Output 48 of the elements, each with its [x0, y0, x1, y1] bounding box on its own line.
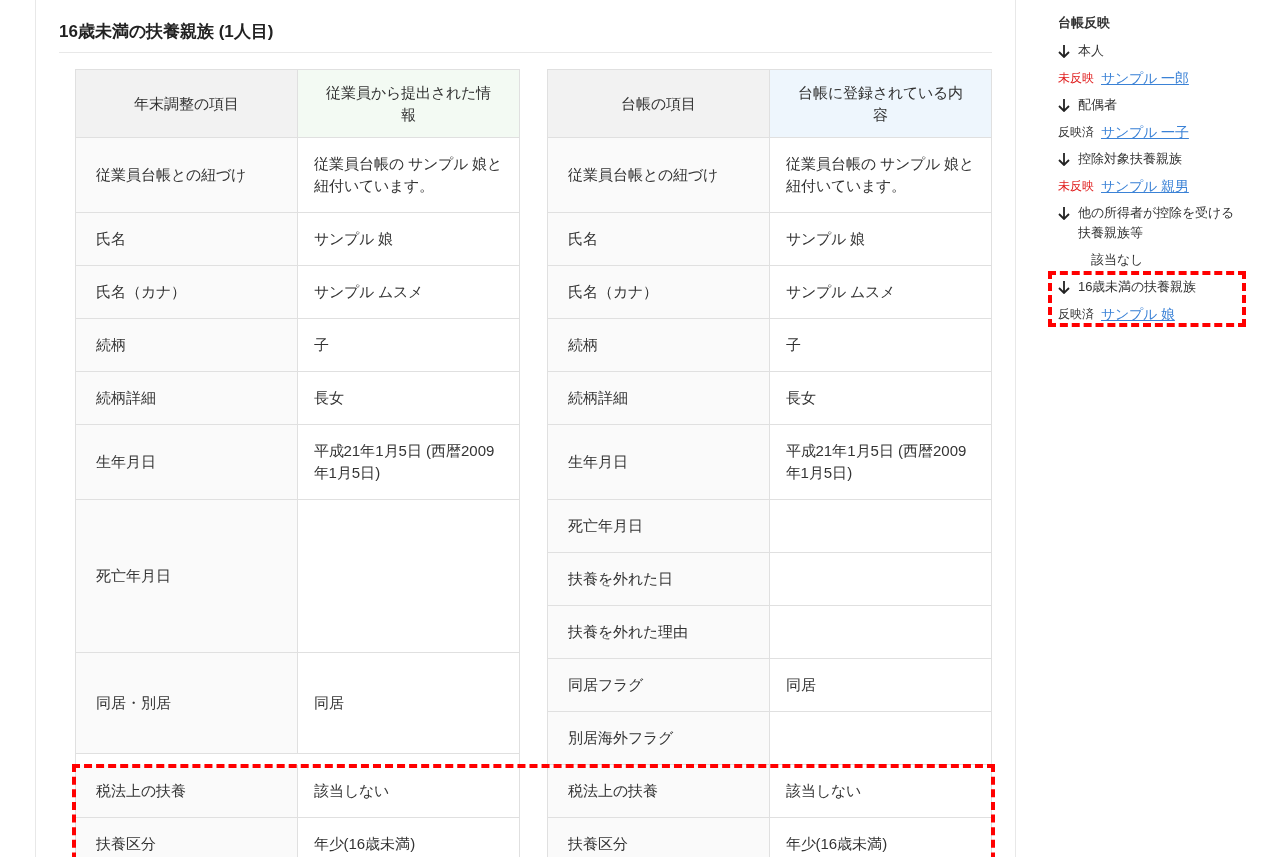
row-label: 扶養を外れた日 — [548, 553, 770, 605]
row-label: 別居海外フラグ — [548, 712, 770, 764]
row-label: 氏名 — [548, 213, 770, 265]
row-label: 同居・別居 — [76, 653, 298, 753]
down-arrow-icon — [1058, 152, 1070, 166]
row-label: 扶養区分 — [548, 818, 770, 857]
row-label: 従業員台帳との紐づけ — [548, 138, 770, 212]
down-arrow-icon — [1058, 98, 1070, 112]
row-label: 税法上の扶養 — [76, 765, 298, 817]
status-label: 未反映 — [1058, 70, 1094, 87]
section-title: 16歳未満の扶養親族 (1人目) — [59, 19, 992, 53]
group-label: 配偶者 — [1078, 96, 1117, 114]
row-label: 続柄詳細 — [76, 372, 298, 424]
employee-link[interactable]: サンプル 親男 — [1101, 177, 1189, 195]
row-label: 従業員台帳との紐づけ — [76, 138, 298, 212]
row-label: 生年月日 — [76, 425, 298, 499]
employee-link[interactable]: サンプル 一郎 — [1101, 69, 1189, 87]
column-header: 従業員から提出された情報 — [297, 70, 519, 137]
row-label: 続柄 — [76, 319, 298, 371]
row-label: 同居フラグ — [548, 659, 770, 711]
status-label: 反映済 — [1058, 124, 1094, 141]
row-label: 税法上の扶養 — [548, 765, 770, 817]
employee-link[interactable]: サンプル 娘 — [1101, 305, 1175, 323]
down-arrow-icon — [1058, 206, 1070, 220]
row-label: 死亡年月日 — [548, 500, 770, 552]
status-label: 未反映 — [1058, 178, 1094, 195]
row-label: 氏名（カナ） — [76, 266, 298, 318]
row-label: 生年月日 — [548, 425, 770, 499]
group-label: 控除対象扶養親族 — [1078, 150, 1182, 168]
none-label: 該当なし — [1091, 251, 1144, 269]
row-label: 氏名 — [76, 213, 298, 265]
column-header: 台帳の項目 — [548, 70, 770, 137]
group-label: 16歳未満の扶養親族 — [1078, 278, 1197, 296]
column-header: 台帳に登録されている内容 — [769, 70, 991, 137]
row-label: 続柄詳細 — [548, 372, 770, 424]
down-arrow-icon — [1058, 280, 1070, 294]
column-header: 年末調整の項目 — [76, 70, 298, 137]
row-label: 氏名（カナ） — [548, 266, 770, 318]
sidebar-title: 台帳反映 — [1058, 14, 1111, 32]
employee-link[interactable]: サンプル 一子 — [1101, 123, 1189, 141]
group-label: 本人 — [1078, 42, 1104, 60]
status-label: 反映済 — [1058, 306, 1094, 323]
row-label: 続柄 — [548, 319, 770, 371]
row-label: 扶養を外れた理由 — [548, 606, 770, 658]
down-arrow-icon — [1058, 44, 1070, 58]
group-label: 他の所得者が控除を受ける扶養親族等 — [1078, 204, 1235, 242]
row-label: 扶養区分 — [76, 818, 298, 857]
row-label: 死亡年月日 — [76, 500, 298, 652]
